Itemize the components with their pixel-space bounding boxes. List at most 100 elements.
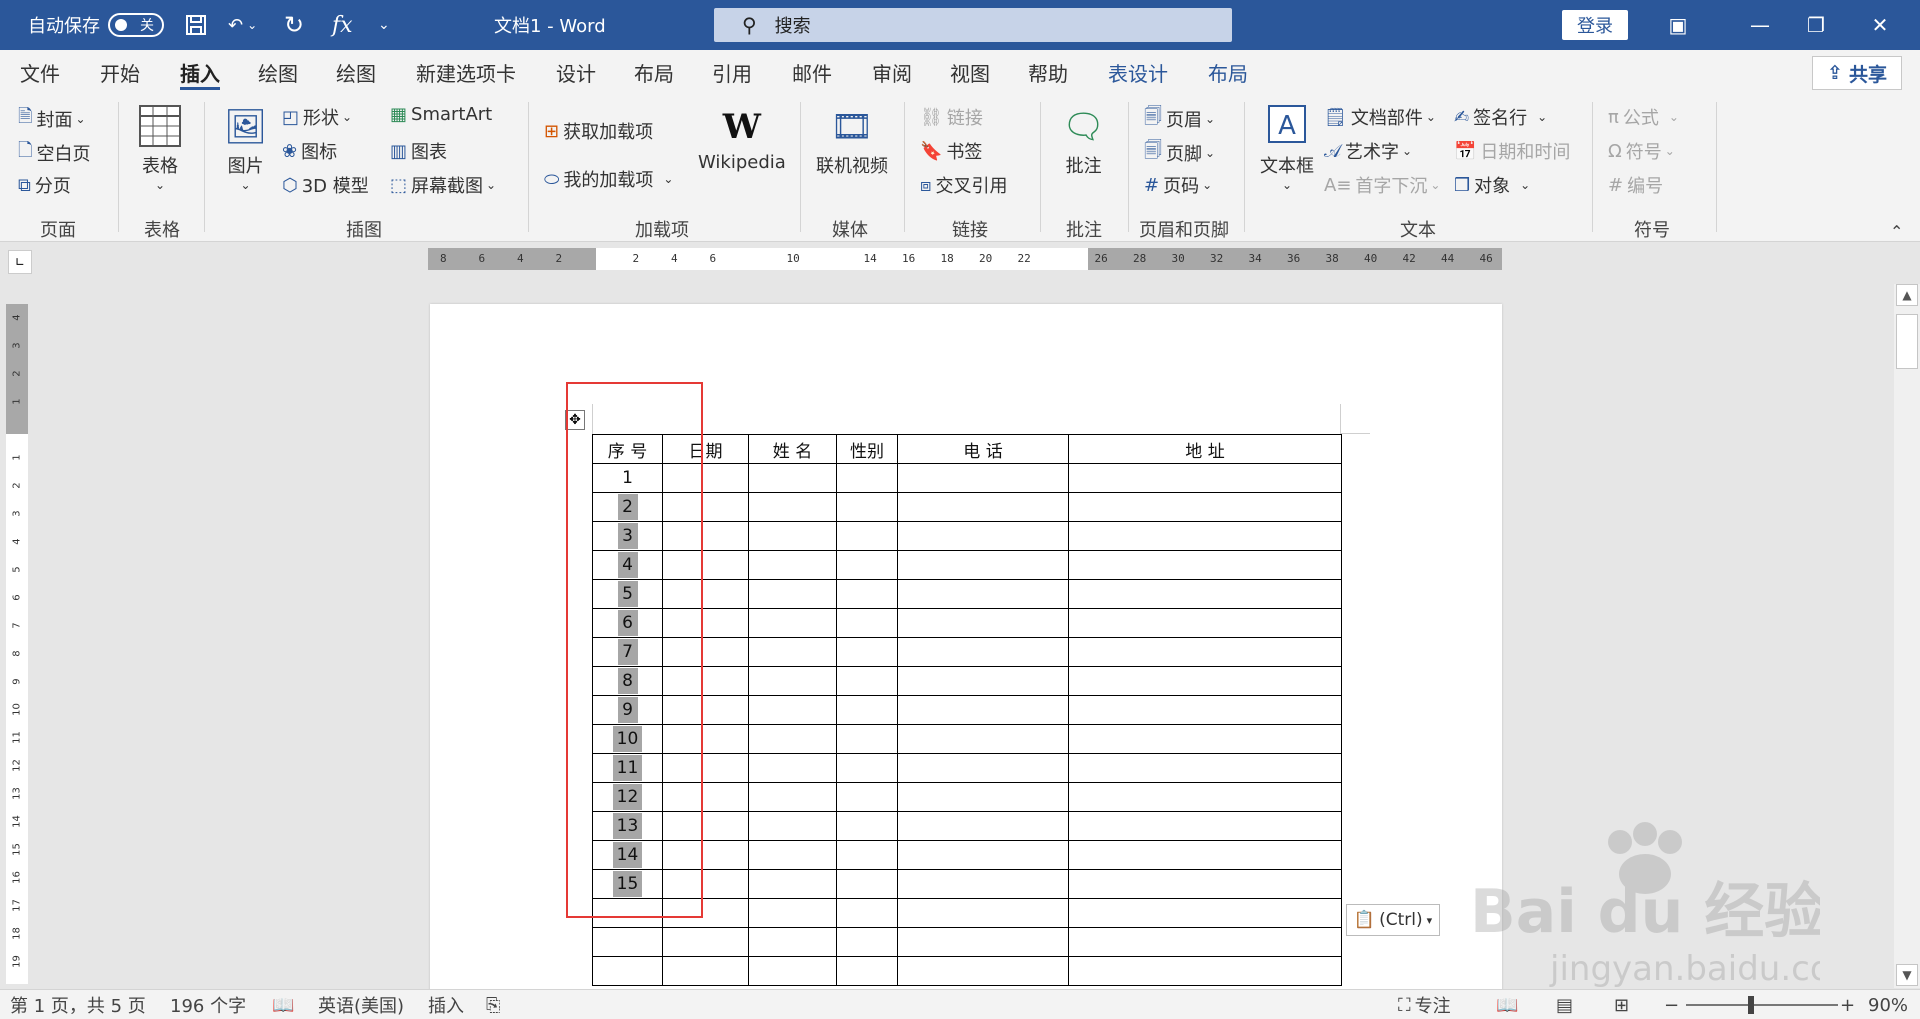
minimize-icon[interactable]: —	[1730, 0, 1790, 50]
table-cell[interactable]	[897, 695, 1069, 725]
number-button[interactable]: # 编号	[1608, 172, 1663, 198]
web-layout-icon[interactable]: ⊞	[1614, 990, 1629, 1019]
table-cell[interactable]	[1068, 782, 1342, 812]
table-cell[interactable]	[1068, 898, 1342, 928]
table-cell[interactable]	[836, 927, 898, 957]
scroll-thumb[interactable]	[1896, 314, 1918, 369]
scroll-up-icon[interactable]: ▲	[1896, 284, 1918, 306]
table-cell[interactable]	[836, 521, 898, 551]
table-cell[interactable]	[748, 782, 837, 812]
table-cell[interactable]	[1068, 753, 1342, 783]
table-cell[interactable]	[836, 463, 898, 493]
table-cell[interactable]	[836, 869, 898, 899]
zoom-slider-thumb[interactable]	[1748, 996, 1754, 1014]
table-cell[interactable]	[897, 956, 1069, 986]
table-cell[interactable]	[836, 550, 898, 580]
symbol-button[interactable]: Ω 符号 ⌄	[1608, 138, 1675, 164]
autosave-toggle[interactable]: 关	[108, 13, 164, 37]
tab-new[interactable]: 新建选项卡	[416, 50, 516, 94]
table-cell[interactable]	[897, 927, 1069, 957]
get-addins-button[interactable]: ⊞ 获取加载项	[544, 118, 653, 144]
table-cell[interactable]	[897, 492, 1069, 522]
header-cell[interactable]: 姓 名	[748, 434, 837, 464]
tab-table-design[interactable]: 表设计	[1108, 50, 1168, 94]
table-cell[interactable]	[748, 869, 837, 899]
tab-references[interactable]: 引用	[712, 50, 752, 94]
object-button[interactable]: ❒ 对象 ⌄	[1454, 172, 1530, 198]
tab-draw[interactable]: 绘图	[258, 50, 298, 94]
signature-line-button[interactable]: ✍ 签名行 ⌄	[1454, 104, 1547, 130]
wikipedia-button[interactable]: W Wikipedia	[698, 104, 786, 173]
table-cell[interactable]	[1068, 869, 1342, 899]
table-cell[interactable]	[836, 579, 898, 609]
seq-cell[interactable]	[592, 956, 663, 986]
page-break-button[interactable]: ⧉ 分页	[18, 172, 71, 198]
3d-models-button[interactable]: ⬡ 3D 模型	[282, 172, 369, 198]
table-cell[interactable]	[1068, 637, 1342, 667]
table-cell[interactable]	[897, 521, 1069, 551]
equation-button[interactable]: π 公式 ⌄	[1608, 104, 1679, 130]
table-cell[interactable]	[836, 724, 898, 754]
document-table[interactable]: 序 号 日期 姓 名 性别 电 话 地 址 1 2 3 4 5 6 7 8 9 10 11 12 13 1…	[592, 434, 1342, 986]
print-layout-icon[interactable]: ▤	[1556, 990, 1573, 1019]
table-cell[interactable]	[1068, 927, 1342, 957]
table-cell[interactable]	[1068, 956, 1342, 986]
table-cell[interactable]	[897, 579, 1069, 609]
table-cell[interactable]	[748, 463, 837, 493]
table-cell[interactable]	[748, 753, 837, 783]
scroll-down-icon[interactable]: ▼	[1896, 964, 1918, 986]
insert-mode[interactable]: 插入	[428, 990, 464, 1019]
shapes-button[interactable]: ◰ 形状 ⌄	[282, 104, 352, 130]
table-cell[interactable]	[748, 927, 837, 957]
undo-icon[interactable]: ↶ ⌄	[228, 0, 257, 50]
table-cell[interactable]	[897, 811, 1069, 841]
table-cell[interactable]	[836, 637, 898, 667]
focus-button[interactable]: ⛶ 专注	[1398, 990, 1451, 1019]
footer-button[interactable]: 🗐 页脚 ⌄	[1144, 138, 1215, 168]
restore-icon[interactable]: ❐	[1786, 0, 1846, 50]
zoom-slider[interactable]	[1686, 1004, 1838, 1006]
table-cell[interactable]	[897, 637, 1069, 667]
customize-toolbar-icon[interactable]: ⌄	[378, 0, 390, 50]
comment-button[interactable]: 🗨 批注	[1062, 104, 1105, 178]
paste-options-button[interactable]: 📋 (Ctrl) ▾	[1346, 904, 1440, 936]
header-cell[interactable]: 性别	[836, 434, 898, 464]
search-box[interactable]: ⚲ 搜索	[714, 8, 1232, 42]
table-cell[interactable]	[1068, 463, 1342, 493]
zoom-level[interactable]: 90%	[1868, 990, 1908, 1019]
tab-help[interactable]: 帮助	[1028, 50, 1068, 94]
table-cell[interactable]	[1068, 521, 1342, 551]
table-cell[interactable]	[748, 579, 837, 609]
word-count[interactable]: 196 个字	[170, 990, 246, 1019]
link-button[interactable]: ⛓ 链接	[920, 104, 983, 130]
zoom-out-icon[interactable]: −	[1664, 990, 1679, 1019]
table-cell[interactable]	[748, 956, 837, 986]
table-cell[interactable]	[662, 956, 749, 986]
tab-mailings[interactable]: 邮件	[792, 50, 832, 94]
table-cell[interactable]	[748, 695, 837, 725]
table-cell[interactable]	[897, 753, 1069, 783]
header-button[interactable]: 🗐 页眉 ⌄	[1144, 104, 1215, 134]
collapse-ribbon-icon[interactable]: ⌃	[1890, 222, 1903, 241]
table-cell[interactable]	[748, 608, 837, 638]
picture-button[interactable]: 🖼 图片 ⌄	[224, 104, 267, 192]
table-cell[interactable]	[836, 956, 898, 986]
cross-reference-button[interactable]: ⧈ 交叉引用	[920, 172, 1007, 198]
table-cell[interactable]	[897, 869, 1069, 899]
table-cell[interactable]	[1068, 695, 1342, 725]
table-cell[interactable]	[836, 840, 898, 870]
close-icon[interactable]: ✕	[1850, 0, 1910, 50]
tab-draw-2[interactable]: 绘图	[336, 50, 376, 94]
macro-icon[interactable]: ⎘	[486, 990, 500, 1019]
quick-parts-button[interactable]: 🗒 文档部件 ⌄	[1324, 104, 1436, 130]
tab-view[interactable]: 视图	[950, 50, 990, 94]
language[interactable]: 英语(美国)	[318, 990, 404, 1019]
table-cell[interactable]	[1068, 608, 1342, 638]
page-count[interactable]: 第 1 页，共 5 页	[10, 990, 146, 1019]
blank-page-button[interactable]: 🗋 空白页	[18, 138, 90, 168]
table-cell[interactable]	[748, 492, 837, 522]
table-cell[interactable]	[748, 550, 837, 580]
redo-icon[interactable]: ↻	[284, 0, 304, 50]
table-cell[interactable]	[1068, 550, 1342, 580]
table-cell[interactable]	[748, 840, 837, 870]
